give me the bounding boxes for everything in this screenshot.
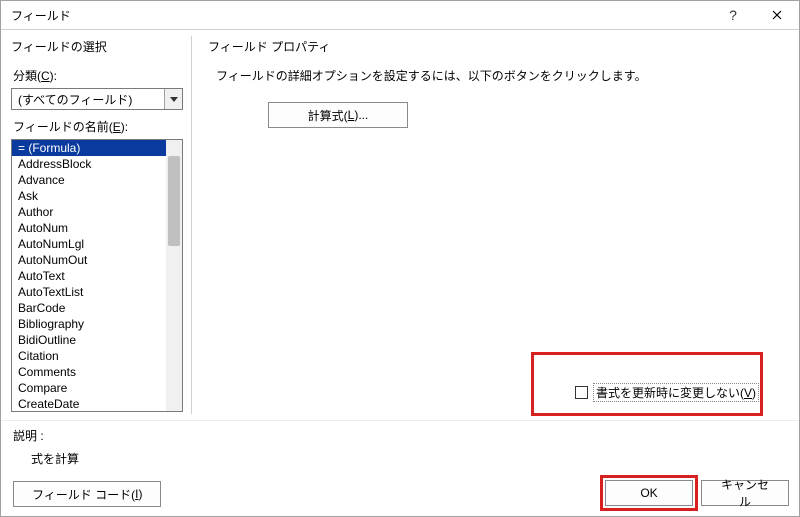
fieldname-label-mnemonic: E (113, 120, 121, 134)
listbox-scrollbar[interactable] (166, 140, 182, 411)
formula-button-mnemonic: L (348, 108, 355, 122)
field-codes-button[interactable]: フィールド コード(I) (13, 481, 161, 507)
list-item[interactable]: Author (12, 204, 166, 220)
list-item[interactable]: Advance (12, 172, 166, 188)
category-combobox[interactable]: (すべてのフィールド) (11, 88, 183, 110)
right-pane-header: フィールド プロパティ (208, 38, 783, 55)
bottom-area: 説明 : 式を計算 フィールド コード(I) OK キャンセル (1, 420, 799, 516)
list-item[interactable]: Bibliography (12, 316, 166, 332)
fieldcode-button-pre: フィールド コード( (32, 486, 135, 503)
fieldname-label-post: ): (121, 120, 128, 134)
vertical-divider (191, 36, 192, 414)
help-button[interactable]: ? (711, 1, 755, 30)
left-pane-header: フィールドの選択 (11, 38, 183, 55)
preserve-label-post: ) (752, 386, 756, 400)
category-combobox-value: (すべてのフィールド) (12, 89, 164, 109)
list-item[interactable]: Compare (12, 380, 166, 396)
fieldname-listbox-inner: = (Formula)AddressBlockAdvanceAskAuthorA… (12, 140, 166, 411)
list-item[interactable]: AutoTextList (12, 284, 166, 300)
preserve-label-pre: 書式を更新時に変更しない( (596, 386, 744, 400)
list-item[interactable]: CreateDate (12, 396, 166, 411)
bottom-right-buttons: OK キャンセル (605, 480, 789, 506)
list-item[interactable]: AutoText (12, 268, 166, 284)
formula-button-wrap: 計算式(L)... (268, 102, 783, 128)
preserve-format-row: 書式を更新時に変更しない(V) (575, 383, 759, 402)
list-item[interactable]: AutoNum (12, 220, 166, 236)
fieldname-label: フィールドの名前(E): (13, 118, 183, 135)
category-label-pre: 分類( (13, 69, 41, 83)
field-dialog: フィールド ? フィールドの選択 分類(C): (すべてのフィールド) フィール… (0, 0, 800, 517)
list-item[interactable]: BarCode (12, 300, 166, 316)
description-label: 説明 : (13, 427, 161, 444)
list-item[interactable]: = (Formula) (12, 140, 166, 156)
preserve-label-mnemonic: V (744, 386, 752, 400)
bottom-left: 説明 : 式を計算 フィールド コード(I) (13, 427, 161, 507)
list-item[interactable]: Citation (12, 348, 166, 364)
fieldname-listbox[interactable]: = (Formula)AddressBlockAdvanceAskAuthorA… (11, 139, 183, 412)
category-label-post: ): (50, 69, 57, 83)
left-pane: フィールドの選択 分類(C): (すべてのフィールド) フィールドの名前(E):… (1, 30, 191, 420)
formula-button[interactable]: 計算式(L)... (268, 102, 408, 128)
right-pane: フィールド プロパティ フィールドの詳細オプションを設定するには、以下のボタンを… (196, 30, 799, 420)
titlebar: フィールド ? (1, 1, 799, 30)
category-label: 分類(C): (13, 67, 183, 84)
category-label-mnemonic: C (41, 69, 50, 83)
list-item[interactable]: AddressBlock (12, 156, 166, 172)
description-value: 式を計算 (31, 450, 161, 467)
formula-button-post: )... (354, 108, 368, 122)
list-item[interactable]: Comments (12, 364, 166, 380)
preserve-format-label[interactable]: 書式を更新時に変更しない(V) (593, 383, 759, 402)
combobox-dropdown-button[interactable] (164, 89, 182, 109)
cancel-button[interactable]: キャンセル (701, 480, 789, 506)
formula-button-pre: 計算式( (308, 107, 348, 124)
close-icon (772, 10, 782, 20)
dialog-title: フィールド (11, 7, 711, 24)
dialog-body: フィールドの選択 分類(C): (すべてのフィールド) フィールドの名前(E):… (1, 30, 799, 420)
close-button[interactable] (755, 1, 799, 30)
list-item[interactable]: Ask (12, 188, 166, 204)
list-item[interactable]: BidiOutline (12, 332, 166, 348)
ok-button[interactable]: OK (605, 480, 693, 506)
list-item[interactable]: AutoNumLgl (12, 236, 166, 252)
fieldcode-button-post: ) (138, 487, 142, 501)
preserve-format-checkbox[interactable] (575, 386, 588, 399)
chevron-down-icon (170, 97, 178, 102)
list-item[interactable]: AutoNumOut (12, 252, 166, 268)
fieldname-label-pre: フィールドの名前( (13, 120, 113, 134)
instruction-text: フィールドの詳細オプションを設定するには、以下のボタンをクリックします。 (216, 67, 783, 84)
scrollbar-thumb[interactable] (168, 156, 180, 246)
